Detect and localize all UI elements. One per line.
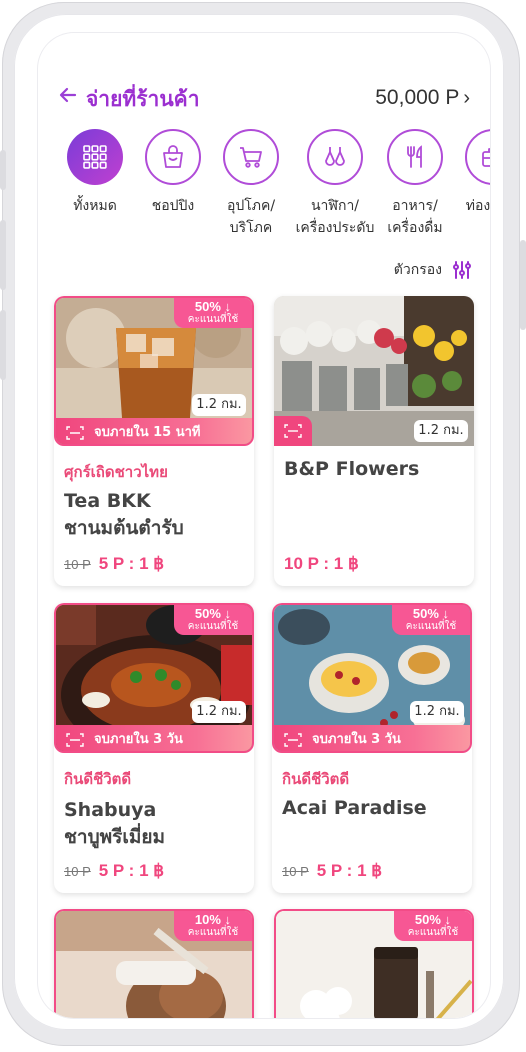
scan-tab: [274, 416, 312, 446]
category-label: อุปโภค/ บริโภค: [226, 198, 276, 236]
grid-icon: [67, 129, 123, 185]
merchant-name: B&P Flowers: [284, 458, 420, 480]
new-price: 10 P : 1 ฿: [284, 554, 359, 573]
countdown-text: จบภายใน 3 วัน: [94, 732, 183, 747]
scan-icon: [284, 424, 302, 438]
badge-percent: 50% ↓: [194, 299, 232, 314]
deal-image-candle: 50% ↓ คะแนนที่ใช้: [274, 909, 474, 1018]
category-label: ท่องเที่ยว: [465, 198, 490, 214]
merchant-name: Shabuya ชาบูพรีเมี่ยม: [64, 799, 166, 848]
distance-label: 1.2 กม.: [414, 420, 468, 442]
category-food[interactable]: อาหาร/ เครื่องดื่ม: [376, 129, 454, 239]
card-category: กินดีชีวิตดี: [64, 770, 132, 788]
deal-card[interactable]: 50% ↓ คะแนนที่ใช้ 1.2 กม. จบภายใน 15 นาท…: [54, 296, 254, 586]
deal-image-flowers: 1.2 กม.: [274, 296, 474, 446]
price-row: 10 P 5 P : 1 ฿: [282, 861, 382, 881]
merchant-name: Acai Paradise: [282, 797, 427, 819]
travel-icon: [465, 129, 490, 185]
earrings-icon: [307, 129, 363, 185]
countdown-bar: จบภายใน 3 วัน: [56, 725, 252, 751]
price-row: 10 P : 1 ฿: [284, 554, 359, 574]
deal-image-shabu: 50% ↓ คะแนนที่ใช้ 1.2 กม. จบภายใน 3 วัน: [54, 603, 254, 753]
badge-subtext: คะแนนที่ใช้: [187, 927, 239, 938]
page-title: จ่ายที่ร้านค้า: [86, 87, 200, 111]
filter-button[interactable]: ตัวกรอง: [394, 259, 472, 281]
price-row: 10 P 5 P : 1 ฿: [64, 861, 164, 881]
deal-card[interactable]: 50% ↓ คะแนนที่ใช้: [274, 909, 474, 1018]
category-label: อาหาร/ เครื่องดื่ม: [387, 198, 443, 236]
phone-volume-down: [0, 310, 6, 380]
deal-image-spa: 10% ↓ คะแนนที่ใช้: [54, 909, 254, 1018]
shopping-bag-icon: [145, 129, 201, 185]
points-balance[interactable]: 50,000 P ›: [375, 86, 470, 110]
utensils-icon: [387, 129, 443, 185]
app-screen: จ่ายที่ร้านค้า 50,000 P › ทั้งหมด ชอปปิง…: [38, 33, 490, 1018]
chevron-right-icon: ›: [463, 87, 470, 109]
discount-badge: 10% ↓ คะแนนที่ใช้: [174, 911, 252, 941]
category-shopping[interactable]: ชอปปิง: [134, 129, 212, 217]
distance-label: 1.2 กม.: [192, 394, 246, 416]
category-consumer[interactable]: อุปโภค/ บริโภค: [212, 129, 290, 239]
card-category: กินดีชีวิตดี: [282, 770, 350, 788]
scan-icon: [66, 425, 84, 440]
new-price: 5 P : 1 ฿: [98, 861, 165, 880]
discount-badge: 50% ↓ คะแนนที่ใช้: [394, 911, 472, 941]
old-price: 10 P: [64, 557, 91, 572]
scan-icon: [284, 732, 302, 747]
discount-badge: 50% ↓ คะแนนที่ใช้: [392, 605, 470, 635]
category-label: ทั้งหมด: [73, 198, 117, 214]
badge-subtext: คะแนนที่ใช้: [405, 621, 457, 632]
countdown-text: จบภายใน 3 วัน: [312, 732, 401, 747]
filter-label: ตัวกรอง: [393, 262, 442, 278]
scan-icon: [66, 732, 84, 747]
countdown-bar: จบภายใน 3 วัน: [274, 725, 470, 751]
badge-subtext: คะแนนที่ใช้: [187, 621, 239, 632]
new-price: 5 P : 1 ฿: [98, 554, 165, 573]
category-label: ชอปปิง: [151, 198, 195, 214]
badge-percent: 50% ↓: [194, 606, 232, 621]
countdown-bar: จบภายใน 15 นาที: [56, 418, 252, 444]
badge-percent: 50% ↓: [414, 912, 452, 927]
filter-sliders-icon: [453, 261, 471, 279]
badge-percent: 50% ↓: [412, 606, 450, 621]
badge-subtext: คะแนนที่ใช้: [187, 314, 239, 325]
category-all[interactable]: ทั้งหมด: [56, 129, 134, 217]
merchant-name: Tea BKK ชานมต้นตำรับ: [64, 490, 184, 539]
badge-subtext: คะแนนที่ใช้: [407, 927, 459, 938]
deal-image-acai: 50% ↓ คะแนนที่ใช้ 1.2 กม. จบภายใน 3 วัน: [272, 603, 472, 753]
deal-image-tea: 50% ↓ คะแนนที่ใช้ 1.2 กม. จบภายใน 15 นาท…: [54, 296, 254, 446]
category-travel[interactable]: ท่องเที่ยว: [454, 129, 490, 217]
badge-percent: 10% ↓: [194, 912, 232, 927]
old-price: 10 P: [64, 864, 91, 879]
category-label: นาฬิกา/ เครื่องประดับ: [295, 198, 375, 236]
discount-badge: 50% ↓ คะแนนที่ใช้: [174, 605, 252, 635]
distance-label: 1.2 กม.: [410, 701, 464, 723]
cart-icon: [223, 129, 279, 185]
new-price: 5 P : 1 ฿: [316, 861, 383, 880]
price-row: 10 P 5 P : 1 ฿: [64, 554, 164, 574]
back-arrow-icon[interactable]: [58, 85, 78, 105]
countdown-text: จบภายใน 15 นาที: [94, 425, 201, 440]
deal-card[interactable]: 10% ↓ คะแนนที่ใช้: [54, 909, 254, 1018]
category-jewelry[interactable]: นาฬิกา/ เครื่องประดับ: [290, 129, 380, 239]
distance-label: 1.2 กม.: [192, 701, 246, 723]
discount-badge: 50% ↓ คะแนนที่ใช้: [174, 298, 252, 328]
old-price: 10 P: [282, 864, 309, 879]
deal-card[interactable]: 50% ↓ คะแนนที่ใช้ 1.2 กม. จบภายใน 3 วัน …: [54, 603, 254, 893]
card-category: ศุกร์เถิดชาวไทย: [64, 463, 168, 481]
category-bar: ทั้งหมด ชอปปิง อุปโภค/ บริโภค นาฬิกา/ เค…: [38, 129, 490, 249]
deal-card[interactable]: 1.2 กม. B&P Flowers 10 P : 1 ฿: [274, 296, 474, 586]
phone-volume-up: [0, 220, 6, 290]
deal-card[interactable]: 50% ↓ คะแนนที่ใช้ 1.2 กม. จบภายใน 3 วัน …: [272, 603, 472, 893]
phone-side-button: [0, 150, 6, 190]
phone-power-button: [520, 240, 526, 330]
points-value: 50,000 P: [375, 86, 460, 109]
